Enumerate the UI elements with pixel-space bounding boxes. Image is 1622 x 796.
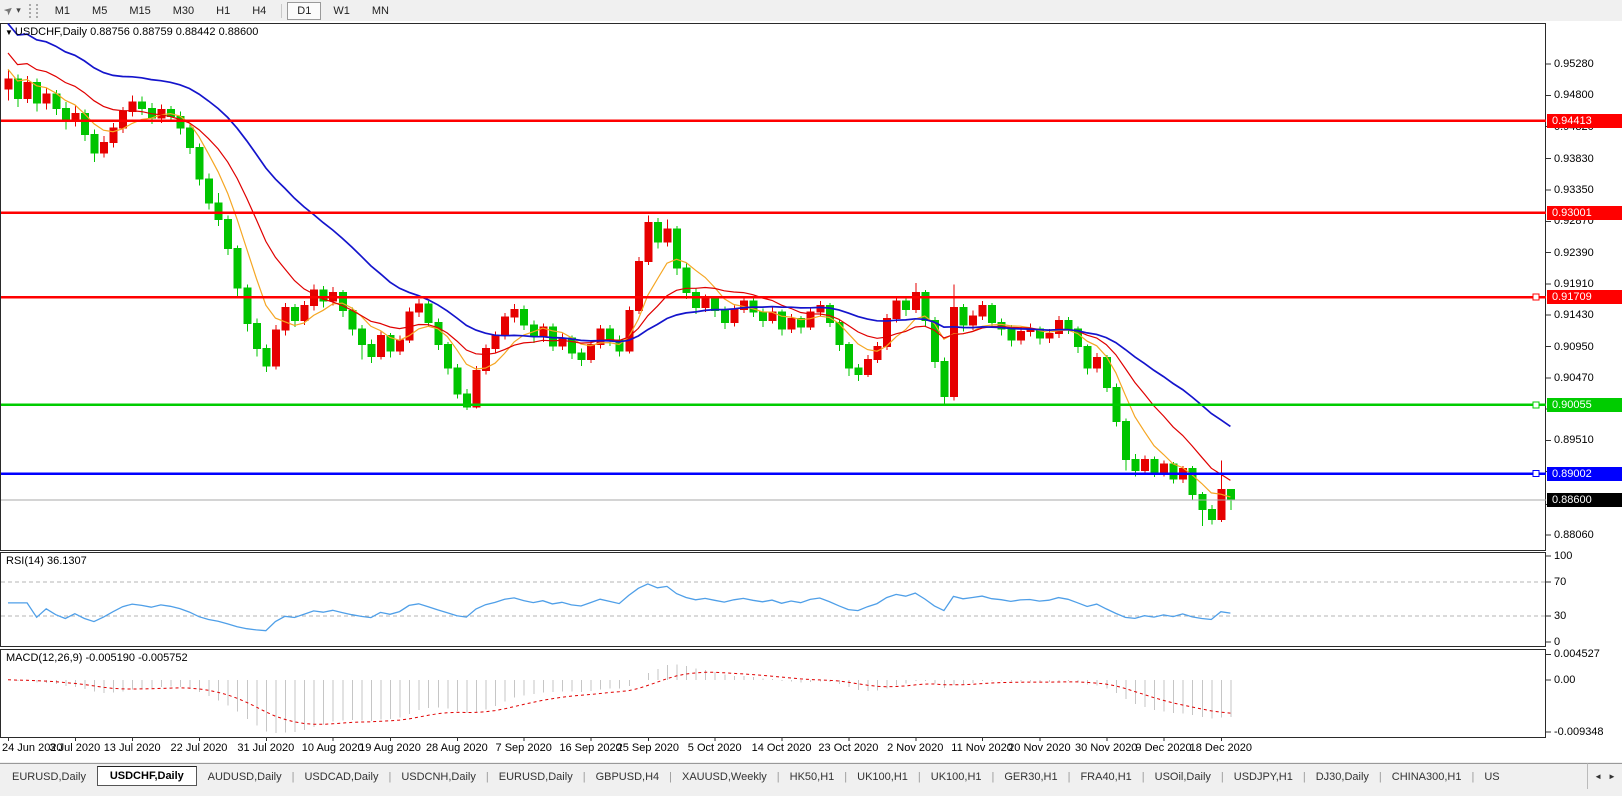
price-tick-label: 0.91430 [1554, 309, 1594, 322]
timeframe-button-d1[interactable]: D1 [287, 1, 322, 20]
tab-scroll-right-icon[interactable]: ► [1608, 772, 1616, 781]
date-axis-label: 5 Oct 2020 [687, 742, 742, 754]
chart-tab-usdcnh-daily[interactable]: USDCNH,Daily [389, 767, 488, 787]
timeframe-button-mn[interactable]: MN [362, 2, 399, 20]
toolbar-separator [281, 3, 283, 18]
date-axis-label: 31 Jul 2020 [237, 742, 295, 754]
cursor-tool-icon: ➤ [1, 3, 17, 19]
timeframe-button-m5[interactable]: M5 [82, 2, 117, 20]
price-tick-label: 0.91910 [1554, 277, 1594, 290]
timeframe-button-m15[interactable]: M15 [119, 2, 160, 20]
price-tick-label: 0.92390 [1554, 246, 1594, 259]
macd-tick-label: 0.00 [1554, 673, 1576, 686]
chart-tab-fra40-h1[interactable]: FRA40,H1 [1068, 767, 1143, 787]
chart-symbol-label: USDCHF,Daily [14, 26, 88, 38]
timeframe-button-h4[interactable]: H4 [242, 2, 276, 20]
current-price-badge: 0.88600 [1547, 492, 1622, 507]
chart-tab-usdchf-daily[interactable]: USDCHF,Daily [96, 765, 197, 786]
chart-tab-xauusd-weekly[interactable]: XAUUSD,Weekly [670, 767, 779, 787]
rsi-indicator-label: RSI(14) 36.1307 [6, 555, 87, 567]
chart-tab-dj30-daily[interactable]: DJ30,Daily [1304, 767, 1381, 787]
timeframe-button-h1[interactable]: H1 [206, 2, 240, 20]
chart-window: ▼ USDCHF,Daily 0.88756 0.88759 0.88442 0.… [0, 21, 1622, 762]
chart-tab-usdjpy-h1[interactable]: USDJPY,H1 [1222, 767, 1305, 787]
rsi-tick-label: 100 [1554, 550, 1573, 562]
chart-tab-ger30-h1[interactable]: GER30,H1 [992, 767, 1069, 787]
tab-scroll-left-icon[interactable]: ◄ [1594, 772, 1602, 781]
chart-tab-us[interactable]: US [1472, 767, 1511, 787]
price-tick-label: 0.90470 [1554, 371, 1594, 384]
chart-canvas[interactable] [0, 21, 1622, 762]
price-tick-label: 0.94800 [1554, 89, 1594, 102]
date-axis-label: 19 Aug 2020 [359, 742, 421, 754]
macd-indicator-label: MACD(12,26,9) -0.005190 -0.005752 [6, 652, 188, 664]
date-axis-label: 28 Aug 2020 [425, 742, 488, 754]
chart-tab-hk50-h1[interactable]: HK50,H1 [778, 767, 847, 787]
chart-tab-china300-h1[interactable]: CHINA300,H1 [1380, 767, 1474, 787]
hline-handle[interactable] [1532, 470, 1540, 478]
timeframe-button-m30[interactable]: M30 [163, 2, 204, 20]
chart-tab-audusd-daily[interactable]: AUDUSD,Daily [196, 767, 294, 787]
date-axis-label: 7 Sep 2020 [495, 742, 552, 754]
date-axis-label: 20 Nov 2020 [1008, 742, 1071, 754]
price-tick-label: 0.88060 [1554, 528, 1594, 541]
date-axis-label: 25 Sep 2020 [616, 742, 680, 754]
price-tick-label: 0.93350 [1554, 183, 1594, 196]
chart-tab-gbpusd-h4[interactable]: GBPUSD,H4 [584, 767, 672, 787]
date-axis-label: 13 Jul 2020 [103, 742, 161, 754]
chart-header: ▼ USDCHF,Daily 0.88756 0.88759 0.88442 0.… [5, 26, 258, 38]
date-axis-label: 22 Jul 2020 [170, 742, 228, 754]
timeframe-toolbar: ➤ ▾ M1 M5 M15 M30 H1 H4 D1 W1 MN [0, 0, 1622, 22]
chevron-down-icon: ▾ [16, 5, 21, 15]
chart-tab-uk100-h1[interactable]: UK100,H1 [919, 767, 994, 787]
chart-tab-usdcad-daily[interactable]: USDCAD,Daily [292, 767, 390, 787]
hline-price-badge: 0.91709 [1547, 290, 1622, 304]
hline-price-badge: 0.94413 [1547, 113, 1622, 128]
date-axis-label: 18 Dec 2020 [1189, 742, 1253, 754]
toolbar-grip[interactable] [28, 3, 38, 18]
date-axis-label: 23 Oct 2020 [818, 742, 879, 754]
hline-price-badge: 0.90055 [1547, 397, 1622, 412]
rsi-tick-label: 70 [1554, 575, 1567, 588]
hline-handle[interactable] [1532, 293, 1540, 301]
timeframe-button-w1[interactable]: W1 [323, 2, 360, 20]
rsi-tick-label: 30 [1554, 610, 1567, 623]
price-tick-label: 0.95280 [1554, 58, 1594, 71]
chart-tab-uk100-h1[interactable]: UK100,H1 [845, 767, 920, 787]
hline-price-badge: 0.93001 [1547, 205, 1622, 220]
timeframe-button-m1[interactable]: M1 [45, 2, 80, 20]
chart-ohlc-values: 0.88756 0.88759 0.88442 0.88600 [90, 26, 259, 38]
date-axis-label: 2 Nov 2020 [887, 742, 944, 754]
chart-tab-bar: EURUSD,Daily|USDCHF,Daily|AUDUSD,Daily|U… [0, 763, 1588, 789]
macd-tick-label: 0.004527 [1554, 648, 1600, 661]
price-tick-label: 0.90950 [1554, 340, 1594, 353]
price-tick-label: 0.93830 [1554, 152, 1594, 165]
rsi-tick-label: 0 [1554, 636, 1561, 648]
price-tick-label: 0.89510 [1554, 434, 1594, 447]
tab-scrollers: ◄ ► [1587, 763, 1622, 789]
chart-tool-button[interactable]: ➤ ▾ [0, 3, 25, 19]
chart-tab-eurusd-daily[interactable]: EURUSD,Daily [0, 767, 98, 787]
chart-tab-eurusd-daily[interactable]: EURUSD,Daily [487, 767, 585, 787]
hline-handle[interactable] [1532, 401, 1540, 409]
chart-tab-usoil-daily[interactable]: USOil,Daily [1143, 767, 1223, 787]
date-axis-label: 14 Oct 2020 [751, 742, 812, 754]
hline-price-badge: 0.89002 [1547, 466, 1622, 481]
collapse-chart-icon[interactable]: ▼ [5, 28, 13, 37]
macd-tick-label: -0.009348 [1554, 726, 1604, 739]
